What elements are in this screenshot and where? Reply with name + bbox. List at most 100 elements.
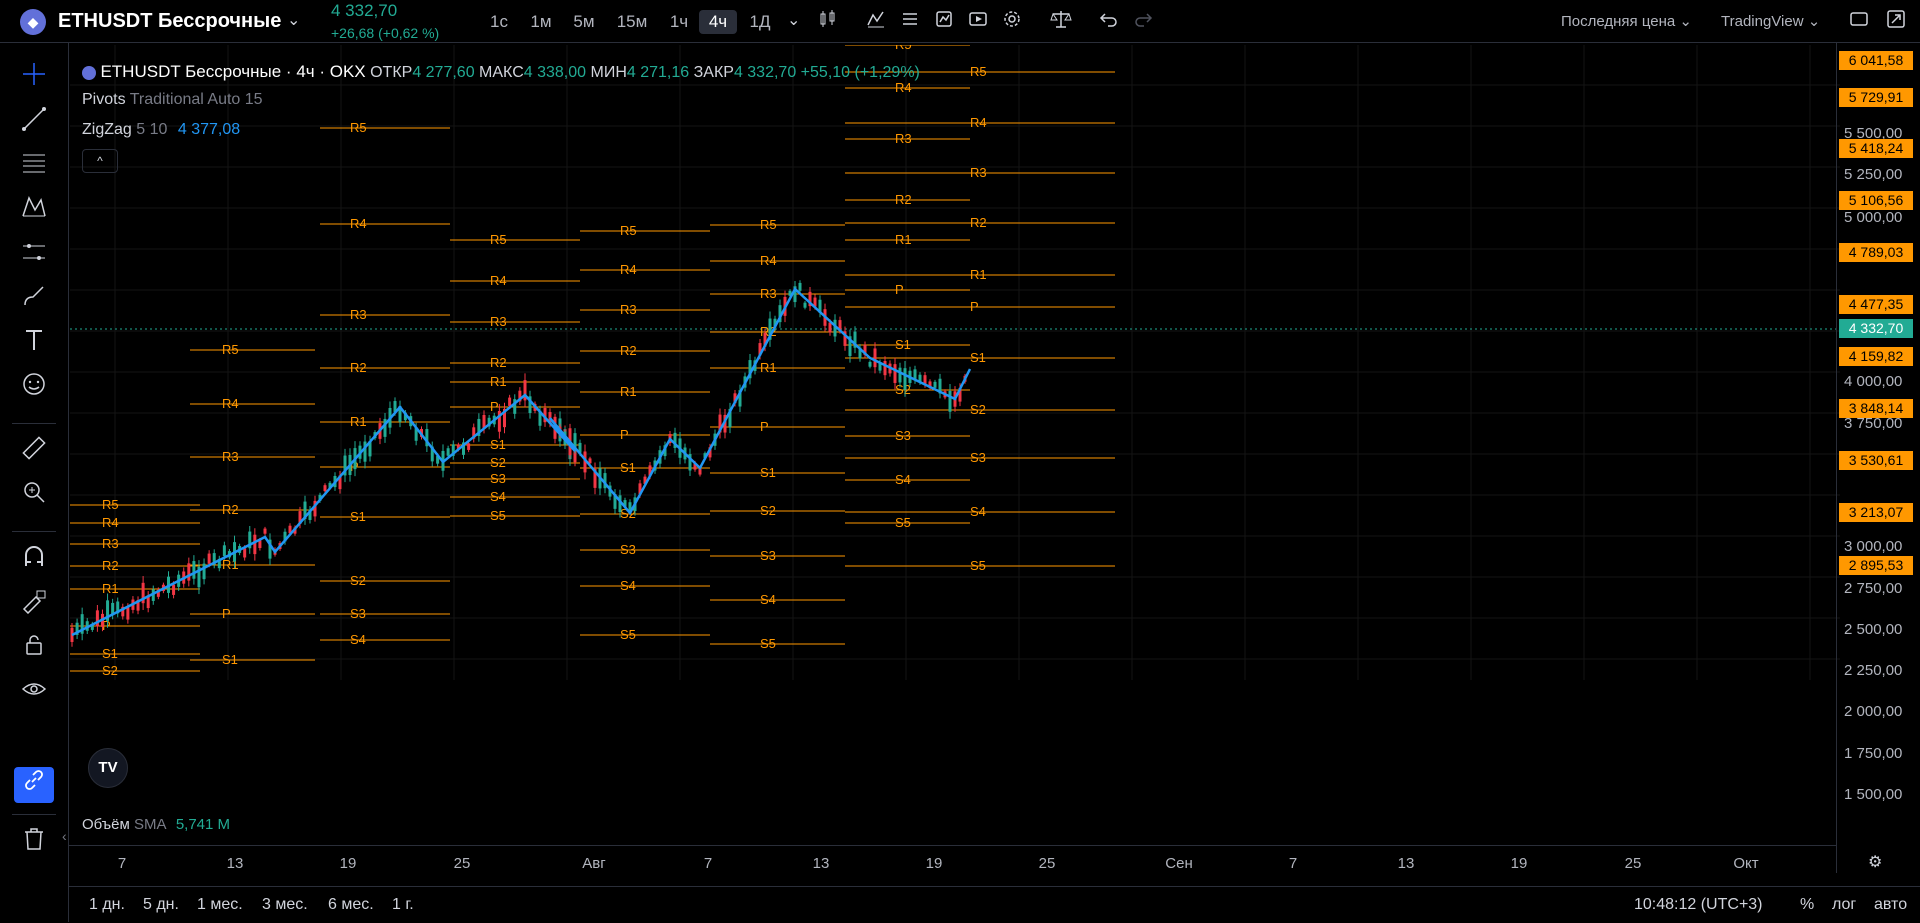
timeframe-15m[interactable]: 15м — [612, 10, 652, 34]
timeframe-1d[interactable]: 1Д — [745, 10, 775, 34]
layout-label: TradingView — [1721, 13, 1804, 30]
price-type-dropdown[interactable]: Последняя цена ⌄ — [1561, 12, 1692, 30]
pivot-level-label: R1 — [350, 414, 367, 429]
link-icon[interactable] — [14, 767, 54, 803]
pivot-level-label: P — [760, 419, 769, 434]
close-label: ЗАКР — [693, 64, 734, 81]
pivot-level-label: R4 — [102, 515, 119, 530]
range-3m[interactable]: 3 мес. — [262, 896, 308, 914]
toolbar-divider — [12, 423, 56, 424]
price-chart[interactable]: R5R4R3R2R1PS1S2S3S4S5R5R4R3R2R1PS1S2S3S4… — [70, 45, 1910, 680]
collapse-toolbar-icon[interactable]: ‹ — [62, 828, 67, 844]
trendline-icon[interactable] — [14, 106, 54, 142]
screenshot-icon[interactable] — [1883, 9, 1909, 35]
pivot-level-label: R3 — [895, 131, 912, 146]
templates-icon[interactable] — [897, 9, 923, 35]
range-1m[interactable]: 1 мес. — [197, 896, 243, 914]
pivot-level-label: S5 — [760, 636, 776, 651]
ruler-icon[interactable] — [14, 435, 54, 471]
timeframe-1s[interactable]: 1с — [486, 10, 512, 34]
timeframe-4h[interactable]: 4ч — [699, 10, 737, 34]
pivot-level-label: R1 — [490, 374, 507, 389]
symbol-name[interactable]: ETHUSDT Бессрочные — [58, 10, 281, 33]
pivots-params: Traditional Auto 15 — [129, 91, 263, 108]
zigzag-legend[interactable]: ZigZag 5 10 4 377,08 — [82, 121, 240, 139]
candle-body — [202, 563, 206, 580]
time-axis-label: 7 — [117, 855, 127, 872]
pivot-level-label: S1 — [350, 509, 366, 524]
ethereum-icon[interactable]: ◆ — [20, 9, 46, 35]
compare-icon[interactable] — [1048, 9, 1074, 35]
replay-icon[interactable] — [965, 9, 991, 35]
price-badge: 3 213,07 — [1839, 503, 1913, 522]
lock-drawing-icon[interactable] — [14, 588, 54, 624]
tradingview-logo-icon[interactable]: TV — [88, 748, 128, 788]
indicators-icon[interactable] — [863, 9, 889, 35]
percent-toggle[interactable]: % — [1800, 896, 1814, 914]
eye-icon[interactable] — [14, 676, 54, 712]
forecast-icon[interactable] — [14, 239, 54, 275]
price-badge: 3 848,14 — [1839, 399, 1913, 418]
undo-icon[interactable] — [1096, 9, 1122, 35]
timeframes-more-icon[interactable]: ⌄ — [787, 10, 800, 30]
fullscreen-icon[interactable] — [1846, 9, 1872, 35]
pivot-level-label: R3 — [350, 307, 367, 322]
pivot-level-label: S3 — [490, 471, 506, 486]
close-value: 4 332,70 — [733, 64, 797, 81]
timeframe-1h[interactable]: 1ч — [664, 10, 694, 34]
timeframe-1m[interactable]: 1м — [526, 10, 556, 34]
candle-body — [192, 561, 196, 579]
crosshair-icon[interactable] — [14, 61, 54, 97]
log-toggle[interactable]: лог — [1832, 896, 1856, 914]
range-5d[interactable]: 5 дн. — [143, 896, 179, 914]
time-axis-label: 13 — [226, 855, 244, 872]
auto-toggle[interactable]: авто — [1874, 896, 1907, 914]
chart-grid — [70, 45, 1840, 680]
legend-title[interactable]: ETHUSDT Бессрочные · 4ч · OKX — [100, 62, 365, 81]
range-6m[interactable]: 6 мес. — [328, 896, 374, 914]
settings-icon[interactable] — [999, 9, 1025, 35]
layout-dropdown[interactable]: TradingView ⌄ — [1721, 12, 1820, 30]
trash-icon[interactable] — [14, 826, 54, 862]
candle-body — [263, 528, 267, 534]
pivot-level-label: R5 — [620, 223, 637, 238]
pivots-legend[interactable]: Pivots Traditional Auto 15 — [82, 91, 263, 109]
range-1d[interactable]: 1 дн. — [89, 896, 125, 914]
candle-body — [222, 545, 226, 557]
text-icon[interactable] — [14, 327, 54, 363]
brush-icon[interactable] — [14, 283, 54, 319]
pattern-icon[interactable] — [14, 194, 54, 230]
volume-legend[interactable]: Объём SMA 5,741 M — [82, 816, 230, 833]
pivot-level-label: S3 — [350, 606, 366, 621]
candle-body — [873, 348, 877, 368]
zoom-icon[interactable] — [14, 479, 54, 515]
pivot-level-label: R2 — [222, 502, 239, 517]
pivot-level-label: S4 — [350, 632, 366, 647]
chevron-down-icon[interactable]: ⌄ — [287, 10, 300, 30]
time-axis-label: Авг — [582, 855, 606, 872]
pivot-level-label: S1 — [620, 460, 636, 475]
price-axis-label: 5 000,00 — [1844, 209, 1903, 226]
pivot-level-label: S3 — [620, 542, 636, 557]
collapse-legend-button[interactable]: ^ — [82, 149, 118, 173]
pivot-level-label: R1 — [760, 360, 777, 375]
emoji-icon[interactable] — [14, 371, 54, 407]
redo-icon[interactable] — [1130, 9, 1156, 35]
pivot-level-label: S2 — [102, 663, 118, 678]
price-badge: 4 159,82 — [1839, 347, 1913, 366]
fib-icon[interactable] — [14, 150, 54, 186]
pivot-level-label: S4 — [760, 592, 776, 607]
lock-icon[interactable] — [14, 632, 54, 668]
chart-settings-icon[interactable]: ⚙ — [1868, 852, 1882, 872]
pivot-level-label: S1 — [760, 465, 776, 480]
time-display[interactable]: 10:48:12 (UTC+3) — [1634, 896, 1763, 914]
price-candles — [70, 280, 967, 647]
price-badge: 5 418,24 — [1839, 139, 1913, 158]
pivot-level-label: R5 — [222, 342, 239, 357]
timeframe-5m[interactable]: 5м — [569, 10, 599, 34]
range-1y[interactable]: 1 г. — [392, 896, 414, 914]
alert-icon[interactable] — [931, 9, 957, 35]
candle-body — [258, 540, 262, 549]
chart-type-icon[interactable] — [815, 9, 841, 35]
magnet-icon[interactable] — [14, 544, 54, 580]
